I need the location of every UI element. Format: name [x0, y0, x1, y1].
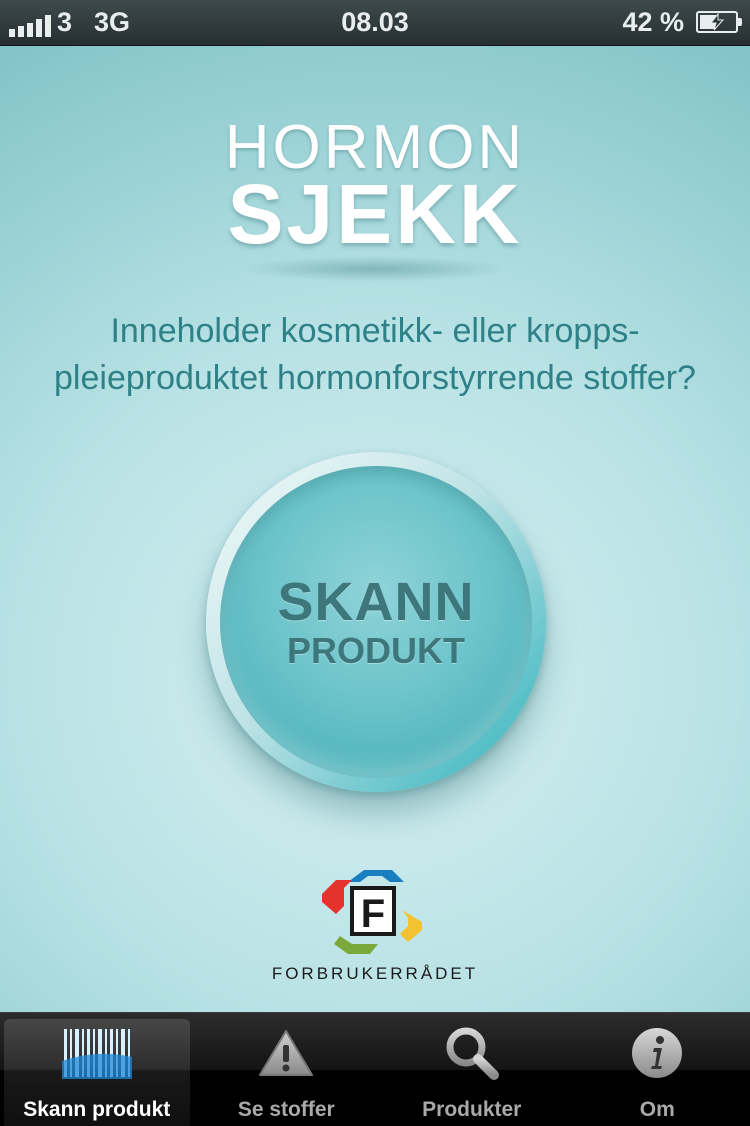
- tab-about[interactable]: Om: [565, 1013, 750, 1126]
- main-screen: HORMON SJEKK Inneholder kosmetikk- eller…: [0, 46, 750, 1012]
- search-icon: [379, 1023, 565, 1083]
- tab-scan-product[interactable]: Skann produkt: [4, 1019, 190, 1126]
- barcode-icon: [4, 1023, 190, 1083]
- battery-percent: 42 %: [622, 7, 684, 37]
- intro-question: Inneholder kosmetikk- eller kropps- plei…: [0, 308, 750, 402]
- tab-label: Produkter: [379, 1098, 565, 1122]
- tab-products[interactable]: Produkter: [379, 1013, 565, 1126]
- brand-name: FORBRUKERRÅDET: [0, 964, 750, 984]
- tab-substances[interactable]: Se stoffer: [194, 1013, 380, 1126]
- status-bar: 3 3G 08.03 42 %: [0, 0, 750, 46]
- scan-product-button[interactable]: SKANN PRODUKT: [206, 452, 546, 792]
- logo-letter: F: [361, 892, 385, 936]
- intro-question-line2: pleieproduktet hormonforstyrrende stoffe…: [0, 355, 750, 402]
- status-right: 42 %: [622, 7, 738, 37]
- intro-question-line1: Inneholder kosmetikk- eller kropps-: [0, 308, 750, 355]
- tab-bar: Skann produkt Se stoffer Produkter: [0, 1012, 750, 1126]
- app-logo-line2: SJEKK: [0, 166, 750, 263]
- tab-label: Se stoffer: [194, 1098, 380, 1122]
- warning-icon: [194, 1023, 380, 1083]
- scan-product-button-face: SKANN PRODUKT: [220, 466, 532, 778]
- battery-icon: [696, 11, 738, 33]
- scan-button-label-2: PRODUKT: [287, 631, 465, 671]
- scan-button-label-1: SKANN: [277, 573, 474, 631]
- info-icon: [565, 1023, 750, 1083]
- tab-label: Om: [565, 1098, 750, 1122]
- forbrukerradet-logo: F: [318, 866, 426, 958]
- logo-shadow: [240, 256, 510, 282]
- tab-label: Skann produkt: [4, 1098, 190, 1122]
